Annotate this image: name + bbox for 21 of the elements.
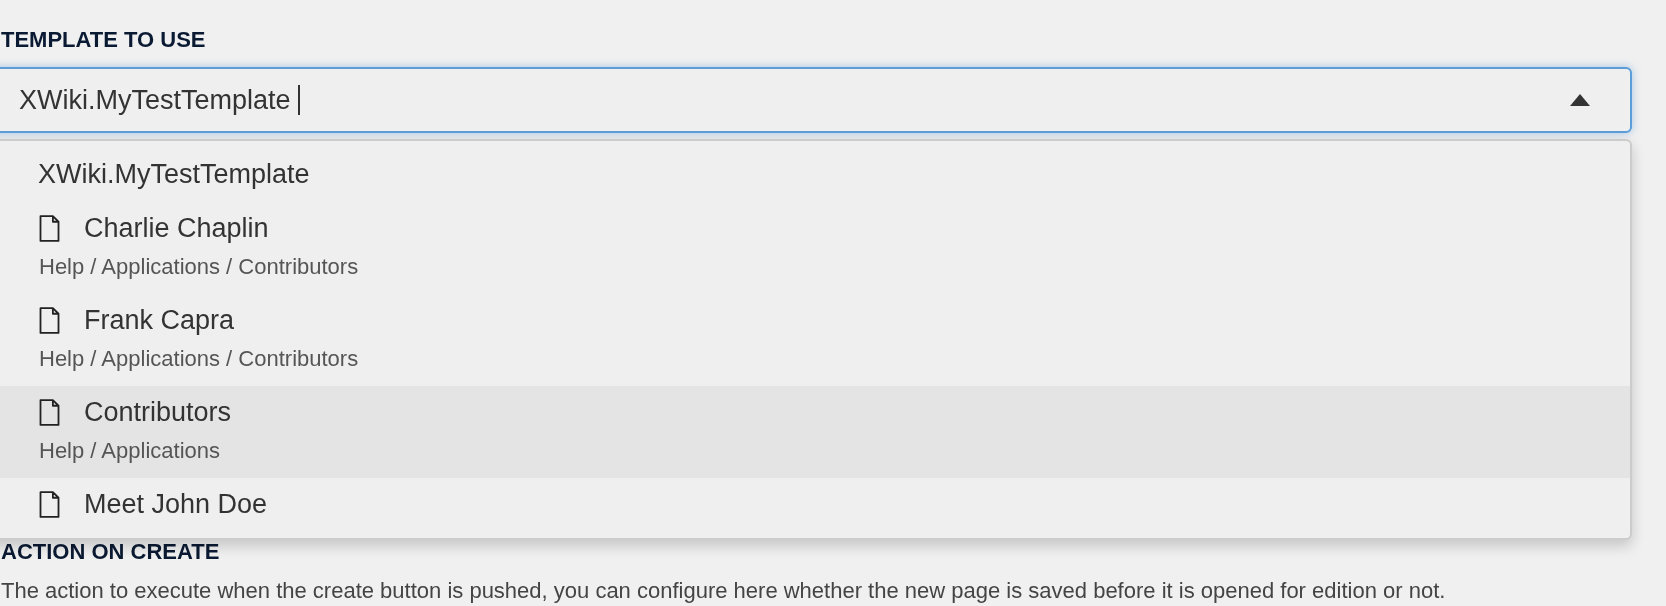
section-description: The action to execute when the create button is pushed, you can configure here whether the new page is saved before it is opened for edition or not.: [1, 577, 1446, 605]
document-icon: [39, 214, 60, 242]
page-title: Meet John Doe: [84, 488, 268, 520]
document-icon: [39, 490, 60, 518]
document-icon: [39, 398, 60, 426]
suggestion-item[interactable]: XWiki.MyTestTemplate: [0, 141, 320, 202]
suggestion-item[interactable]: Charlie Chaplin Help / Applications / Contributors: [0, 202, 1630, 294]
suggestion-item[interactable]: Meet John Doe: [0, 478, 1630, 538]
page-title: Charlie Chaplin: [84, 212, 269, 244]
suggestion-item[interactable]: Frank Capra Help / Applications / Contributors: [0, 294, 1630, 386]
page-path: Help / Applications / Contributors: [39, 253, 359, 281]
caret-icon: [1570, 94, 1590, 106]
page-path: Help / Applications: [39, 437, 220, 465]
page-title: Contributors: [84, 396, 232, 428]
field-label: TEMPLATE TO USE: [1, 27, 206, 53]
document-icon: [39, 306, 60, 334]
page-path: Help / Applications / Contributors: [39, 345, 359, 373]
suggestion-item[interactable]: Contributors Help / Applications: [0, 386, 1630, 478]
section-label: ACTION ON CREATE: [1, 539, 220, 565]
template-combobox[interactable]: XWiki.MyTestTemplate: [0, 67, 1632, 133]
page-title: Frank Capra: [84, 304, 235, 336]
